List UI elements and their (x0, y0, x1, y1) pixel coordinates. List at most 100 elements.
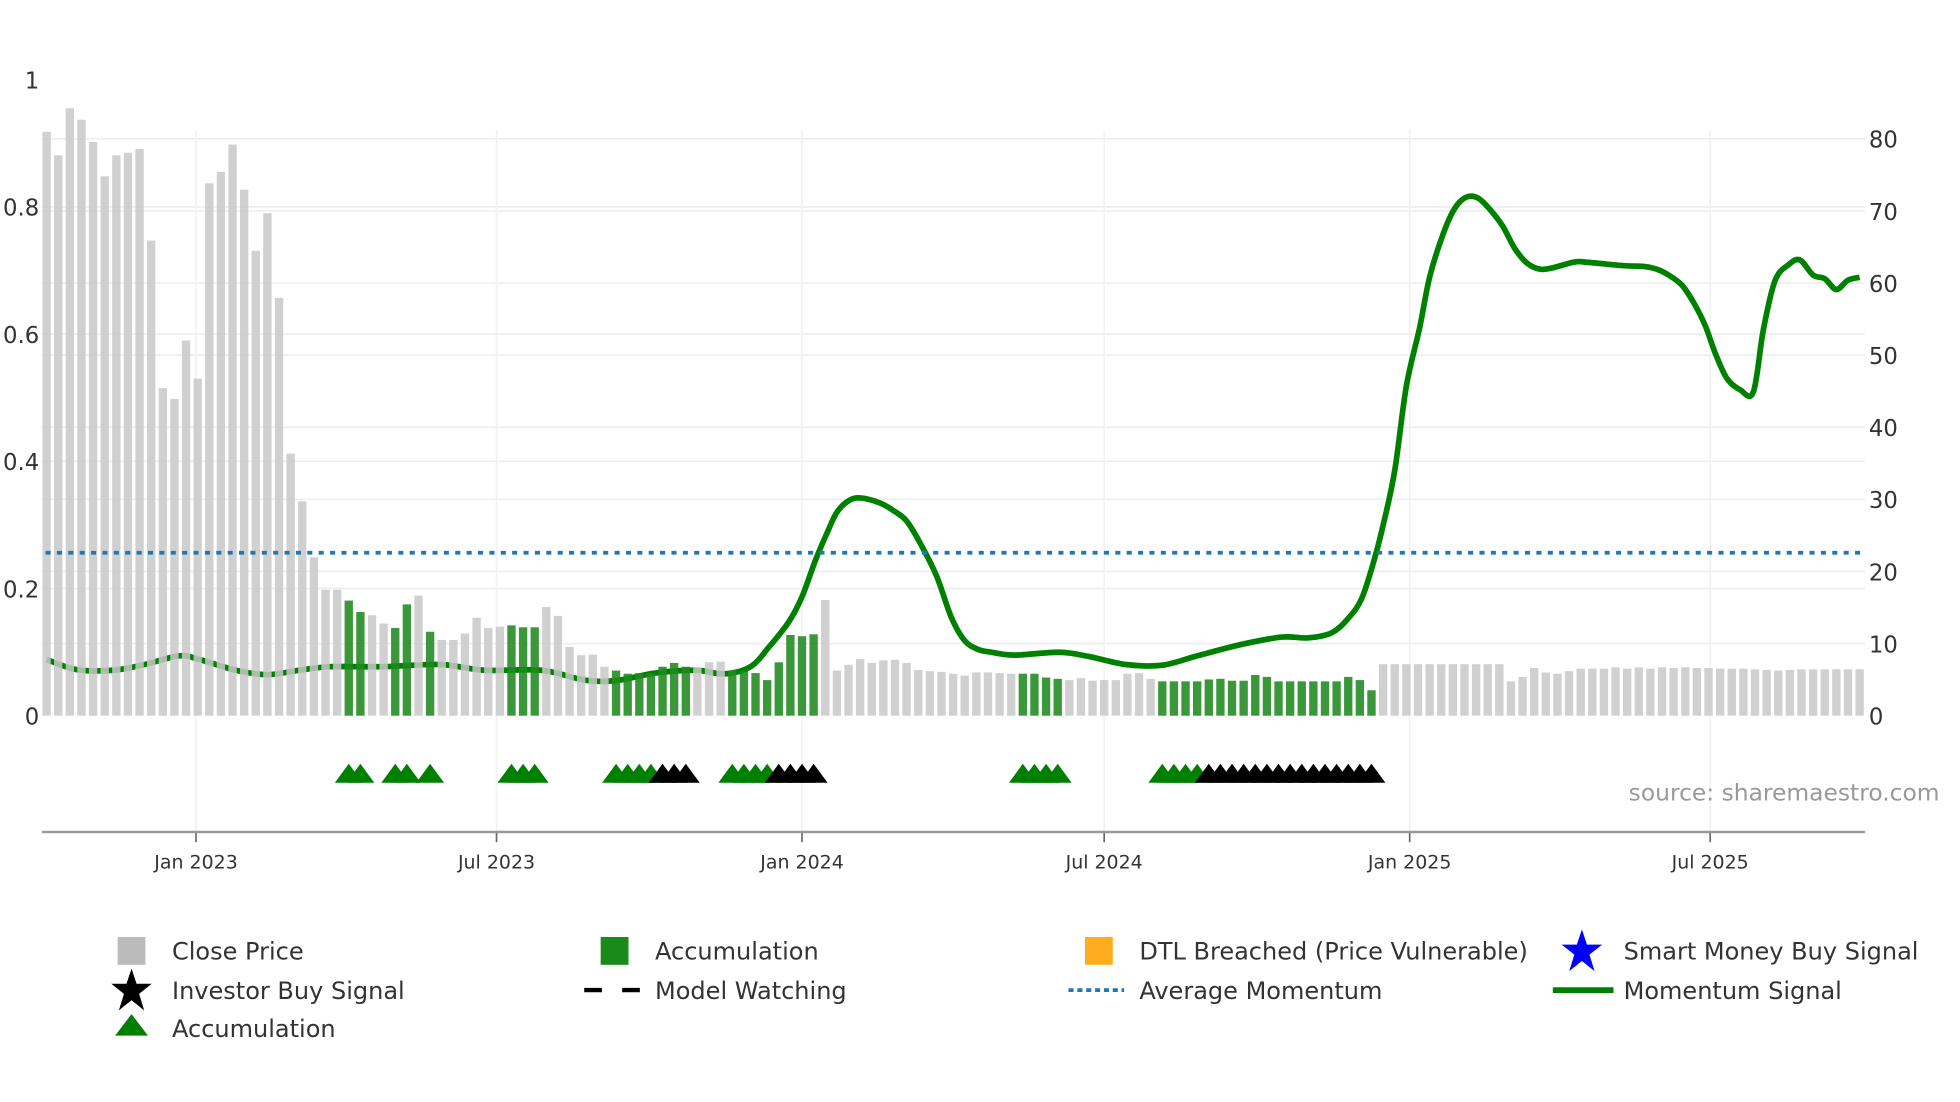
close-price-bar (1448, 664, 1458, 716)
legend-item-dtl-breached[interactable]: DTL Breached (Price Vulnerable) (1084, 936, 1528, 966)
close-price-bar (844, 664, 853, 716)
close-price-bar (1797, 669, 1806, 716)
close-price-bar (1483, 664, 1492, 716)
close-price-bar (972, 672, 981, 716)
close-price-bar (890, 659, 900, 716)
accumulation-bar (1285, 681, 1295, 716)
legend-item-accumulation-marker[interactable]: Accumulation (115, 1014, 336, 1043)
close-price-bar (1669, 667, 1678, 716)
legend-item-average-momentum[interactable]: Average Momentum (1068, 977, 1383, 1005)
accumulation-bar (425, 631, 435, 716)
close-price-bar (1065, 680, 1074, 716)
y-left-tick-label: 0.2 (3, 577, 39, 603)
accumulation-bar (1216, 678, 1225, 716)
orange-square-icon (1084, 936, 1113, 965)
legend-item-close-price[interactable]: Close Price (117, 936, 304, 966)
y-right-tick-label: 60 (1869, 272, 1898, 298)
x-tick-label: Jul 2025 (1671, 852, 1749, 874)
close-price-bar (1855, 669, 1864, 716)
legend-item-accumulation-bar[interactable]: Accumulation (600, 936, 819, 966)
close-price-bar (77, 119, 86, 716)
close-price-bar (1576, 668, 1585, 716)
close-price-bar (1471, 664, 1481, 716)
accumulation-bar (1309, 681, 1318, 716)
close-price-bar (1739, 668, 1748, 716)
y-right-tick-label: 80 (1869, 128, 1898, 154)
close-price-bar (495, 626, 505, 716)
close-price-bar (1007, 673, 1016, 716)
y-right-tick-label: 0 (1869, 705, 1883, 731)
accumulation-bar (1158, 681, 1167, 716)
accumulation-bar (1332, 681, 1341, 716)
close-price-bar (42, 131, 51, 716)
accumulation-bar (391, 627, 400, 716)
close-price-bar (239, 189, 249, 716)
legend: Close Price Accumulation DTL Breached (P… (111, 929, 1919, 1043)
accumulation-bar (670, 662, 679, 716)
close-price-bar (1530, 667, 1539, 716)
close-price-bar (902, 662, 911, 716)
accumulation-bar (646, 673, 656, 716)
close-price-bar (1646, 668, 1655, 716)
close-price-bar (65, 108, 75, 716)
legend-item-investor-buy[interactable]: Investor Buy Signal (111, 968, 405, 1011)
close-price-bar (1681, 667, 1690, 716)
accumulation-bar (1181, 681, 1190, 716)
close-price-bar (821, 599, 830, 716)
y-right-tick-label: 30 (1869, 488, 1898, 514)
close-price-bar (216, 171, 226, 716)
close-price-bar (472, 617, 481, 716)
close-price-bar (1100, 680, 1109, 716)
close-price-bar (995, 673, 1004, 716)
close-price-bar (1692, 667, 1702, 716)
close-price-bar (1402, 664, 1411, 716)
y-left-tick-label: 0.8 (3, 196, 39, 222)
close-price-bar (1785, 669, 1795, 716)
close-price-bar (1715, 668, 1725, 716)
legend-label: Average Momentum (1139, 977, 1382, 1005)
close-price-bar (1832, 669, 1841, 716)
legend-label: Close Price (172, 938, 304, 966)
legend-item-momentum-signal[interactable]: Momentum Signal (1552, 977, 1842, 1005)
green-triangle-icon (115, 1014, 148, 1036)
close-price-bar (449, 640, 458, 716)
close-price-bar (855, 659, 865, 716)
accumulation-bar (728, 670, 737, 716)
close-price-bar (588, 654, 597, 716)
accumulation-bar (1355, 680, 1365, 716)
close-price-bar (1704, 667, 1713, 716)
accumulation-bar (658, 666, 667, 716)
y-left-tick-label: 0 (25, 705, 39, 731)
close-price-bar (693, 667, 702, 716)
close-price-bar (367, 615, 377, 716)
close-price-bar (1820, 669, 1829, 716)
close-price-bar (88, 141, 98, 716)
legend-item-model-watching[interactable]: Model Watching (584, 977, 847, 1005)
close-price-bar (1134, 673, 1144, 716)
close-price-bar (54, 155, 63, 716)
accumulation-bar (1030, 673, 1039, 716)
grey-square-icon (117, 936, 146, 965)
close-price-bar (600, 666, 609, 716)
close-price-bar (867, 662, 876, 716)
close-price-bar (484, 627, 493, 716)
close-price-bar (914, 669, 923, 716)
legend-item-smart-money[interactable]: Smart Money Buy Signal (1561, 929, 1919, 972)
close-price-bar (1425, 664, 1434, 716)
close-price-bar (1460, 664, 1469, 716)
legend-label: Model Watching (655, 977, 847, 1005)
close-price-bar (1750, 669, 1760, 716)
close-price-bar (1541, 672, 1550, 716)
accumulation-bar (1239, 680, 1248, 716)
accumulation-bar (774, 662, 783, 716)
close-price-bar (1076, 678, 1086, 716)
close-price-bar (937, 671, 946, 716)
accumulation-bar (1251, 674, 1260, 716)
accumulation-bar (1192, 681, 1202, 716)
close-price-bar (1622, 668, 1632, 716)
source-label: source: sharemaestro.com (1629, 778, 1940, 806)
x-tick-label: Jan 2024 (759, 852, 843, 874)
y-right-tick-label: 50 (1869, 344, 1898, 370)
close-price-bar (263, 213, 272, 716)
close-price-bar (1111, 680, 1120, 716)
